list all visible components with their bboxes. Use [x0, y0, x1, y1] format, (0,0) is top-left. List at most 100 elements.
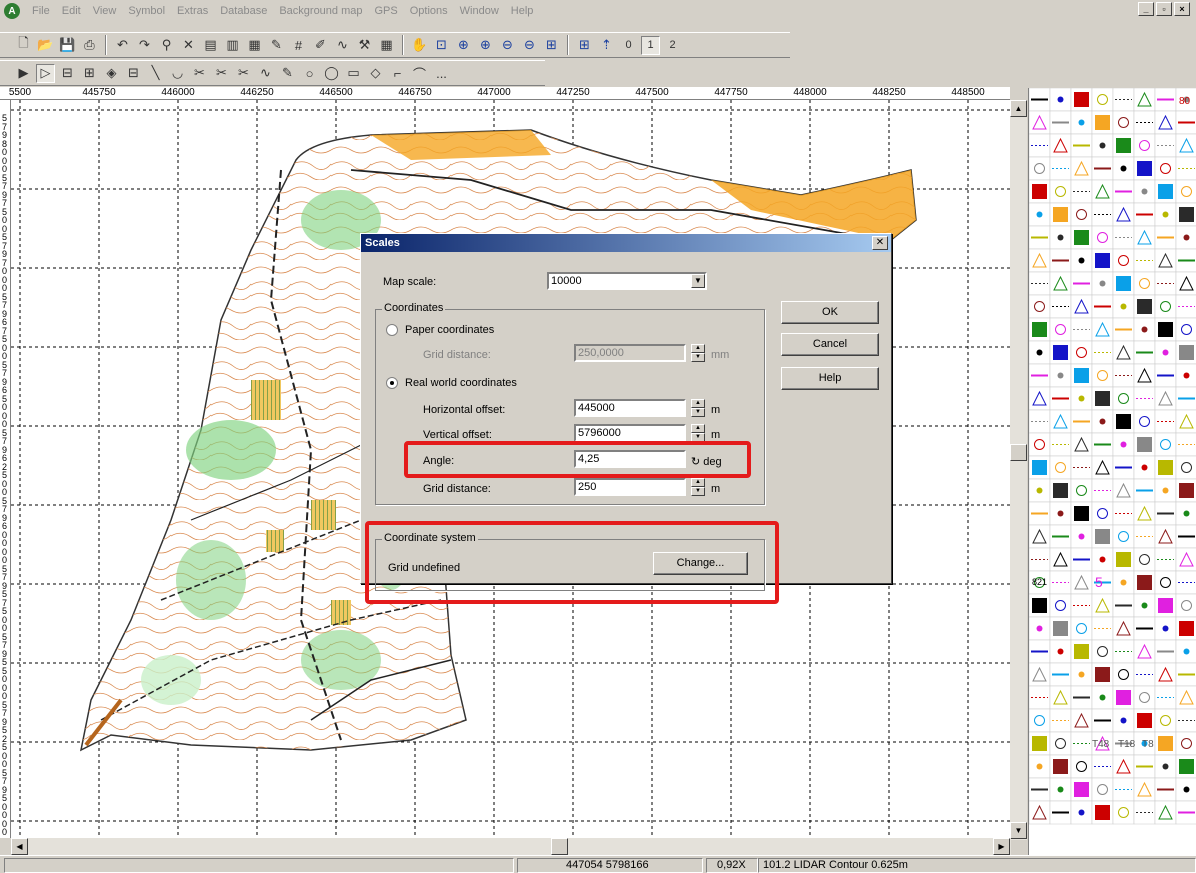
- symbol-swatch[interactable]: [1091, 88, 1114, 112]
- symbol-swatch[interactable]: [1029, 386, 1051, 411]
- symbol-swatch[interactable]: [1116, 138, 1131, 153]
- menu-gps[interactable]: GPS: [369, 5, 404, 17]
- delete-icon[interactable]: ✕: [179, 36, 198, 55]
- layer-1-button[interactable]: 1: [641, 35, 660, 55]
- paper-coordinates-radio[interactable]: [386, 324, 398, 336]
- symbol-swatch[interactable]: [1049, 455, 1072, 480]
- symbol-swatch[interactable]: [1070, 478, 1093, 503]
- symbol-swatch[interactable]: [1099, 280, 1106, 287]
- symbol-swatch[interactable]: [1154, 386, 1177, 411]
- symbol-swatch[interactable]: [1074, 506, 1089, 521]
- menu-edit[interactable]: Edit: [56, 5, 87, 17]
- symbol-swatch[interactable]: [1116, 414, 1131, 429]
- symbol-swatch[interactable]: [1133, 547, 1156, 572]
- symbol-swatch[interactable]: [1029, 800, 1051, 825]
- symbol-swatch[interactable]: [1091, 593, 1114, 618]
- help-button[interactable]: Help: [781, 367, 879, 390]
- zoom-window-icon[interactable]: ⊡: [432, 36, 451, 55]
- north-icon[interactable]: ⇡: [597, 36, 616, 55]
- symbol-swatch[interactable]: [1183, 372, 1190, 379]
- symbol-swatch[interactable]: [1112, 616, 1135, 641]
- symbol-swatch[interactable]: [1049, 731, 1072, 756]
- zoom-all-icon[interactable]: ⊞: [542, 36, 561, 55]
- tool-d-icon[interactable]: ⊟: [124, 64, 143, 83]
- symbol-swatch[interactable]: [1175, 685, 1196, 710]
- symbol-swatch[interactable]: [1032, 736, 1047, 751]
- symbol-swatch[interactable]: [1074, 782, 1089, 797]
- scroll-down-button[interactable]: ▼: [1010, 822, 1027, 839]
- symbol-swatch[interactable]: [1175, 271, 1196, 296]
- restore-button[interactable]: ▫: [1156, 2, 1172, 16]
- symbol-swatch[interactable]: [1057, 510, 1064, 517]
- symbol-swatch[interactable]: [1112, 110, 1135, 135]
- symbol-swatch[interactable]: [1154, 248, 1177, 273]
- symbol-swatch[interactable]: [1175, 133, 1196, 158]
- symbol-swatch[interactable]: [1029, 156, 1051, 181]
- curve-icon[interactable]: ◡: [168, 64, 187, 83]
- menu-window[interactable]: Window: [454, 5, 505, 17]
- symbol-swatch[interactable]: [1091, 317, 1114, 342]
- symbol-swatch[interactable]: [1141, 326, 1148, 333]
- symbol-swatch[interactable]: [1032, 460, 1047, 475]
- symbol-swatch[interactable]: [1133, 88, 1156, 112]
- symbol-swatch[interactable]: [1057, 786, 1064, 793]
- minimize-button[interactable]: _: [1138, 2, 1154, 16]
- close-window-button[interactable]: ×: [1174, 2, 1190, 16]
- symbol-swatch[interactable]: [1036, 487, 1043, 494]
- symbol-swatch[interactable]: [1078, 533, 1085, 540]
- symbol-swatch[interactable]: [1154, 110, 1177, 135]
- symbol-swatch[interactable]: [1078, 257, 1085, 264]
- symbol-swatch[interactable]: [1095, 253, 1110, 268]
- polygon-icon[interactable]: ◇: [366, 64, 385, 83]
- symbol-swatch[interactable]: [1175, 731, 1196, 756]
- ellipse-icon[interactable]: ◯: [322, 64, 341, 83]
- symbol-swatch[interactable]: [1053, 345, 1068, 360]
- symbol-swatch[interactable]: [1095, 115, 1110, 130]
- symbol-swatch[interactable]: [1049, 547, 1072, 572]
- symbol-swatch[interactable]: [1154, 156, 1177, 181]
- symbol-swatch[interactable]: [1091, 777, 1114, 802]
- save-icon[interactable]: 💾: [58, 36, 77, 55]
- zoom-out2-icon[interactable]: ⊖: [520, 36, 539, 55]
- symbol-swatch[interactable]: [1036, 349, 1043, 356]
- symbol-swatch[interactable]: [1162, 763, 1169, 770]
- tool-c-icon[interactable]: ◈: [102, 64, 121, 83]
- grid-icon[interactable]: ▦: [377, 36, 396, 55]
- dialog-close-button[interactable]: ✕: [872, 236, 888, 250]
- vertical-scrollbar[interactable]: ▲ ▼: [1010, 100, 1027, 840]
- symbol-swatch[interactable]: [1112, 340, 1135, 365]
- symbol-swatch[interactable]: [1032, 322, 1047, 337]
- bezier-icon[interactable]: ∿: [333, 36, 352, 55]
- symbol-swatch[interactable]: [1091, 363, 1114, 388]
- menu-view[interactable]: View: [87, 5, 123, 17]
- symbol-swatch[interactable]: [1074, 92, 1089, 107]
- symbol-swatch[interactable]: [1029, 708, 1051, 733]
- symbol-swatch[interactable]: [1036, 625, 1043, 632]
- symbol-swatch[interactable]: [1091, 455, 1114, 480]
- symbol-swatch[interactable]: [1029, 662, 1051, 687]
- symbol-swatch[interactable]: [1112, 386, 1135, 411]
- symbol-swatch[interactable]: [1120, 579, 1127, 586]
- symbol-swatch[interactable]: [1032, 598, 1047, 613]
- horizontal-offset-input[interactable]: 445000: [574, 399, 686, 417]
- edit-icon[interactable]: ✐: [311, 36, 330, 55]
- symbol-swatch[interactable]: [1137, 575, 1152, 590]
- symbol-swatch[interactable]: [1070, 708, 1093, 733]
- symbols-icon[interactable]: ▤: [201, 36, 220, 55]
- menu-extras[interactable]: Extras: [171, 5, 214, 17]
- symbol-swatch[interactable]: [1154, 662, 1177, 687]
- symbol-swatch[interactable]: [1053, 483, 1068, 498]
- symbol-swatch[interactable]: [1112, 754, 1135, 779]
- tool-a-icon[interactable]: ⊟: [58, 64, 77, 83]
- symbol-swatch[interactable]: [1133, 133, 1156, 158]
- symbol-swatch[interactable]: [1175, 547, 1196, 572]
- scissors3-icon[interactable]: ✂: [234, 64, 253, 83]
- symbol-swatch[interactable]: [1070, 294, 1093, 319]
- symbol-swatch[interactable]: [1049, 133, 1072, 158]
- menu-options[interactable]: Options: [404, 5, 454, 17]
- symbol-swatch[interactable]: [1049, 593, 1072, 618]
- symbol-swatch[interactable]: [1158, 598, 1173, 613]
- symbol-swatch[interactable]: [1120, 441, 1127, 448]
- symbol-swatch[interactable]: [1078, 809, 1085, 816]
- symbol-swatch[interactable]: [1091, 225, 1114, 250]
